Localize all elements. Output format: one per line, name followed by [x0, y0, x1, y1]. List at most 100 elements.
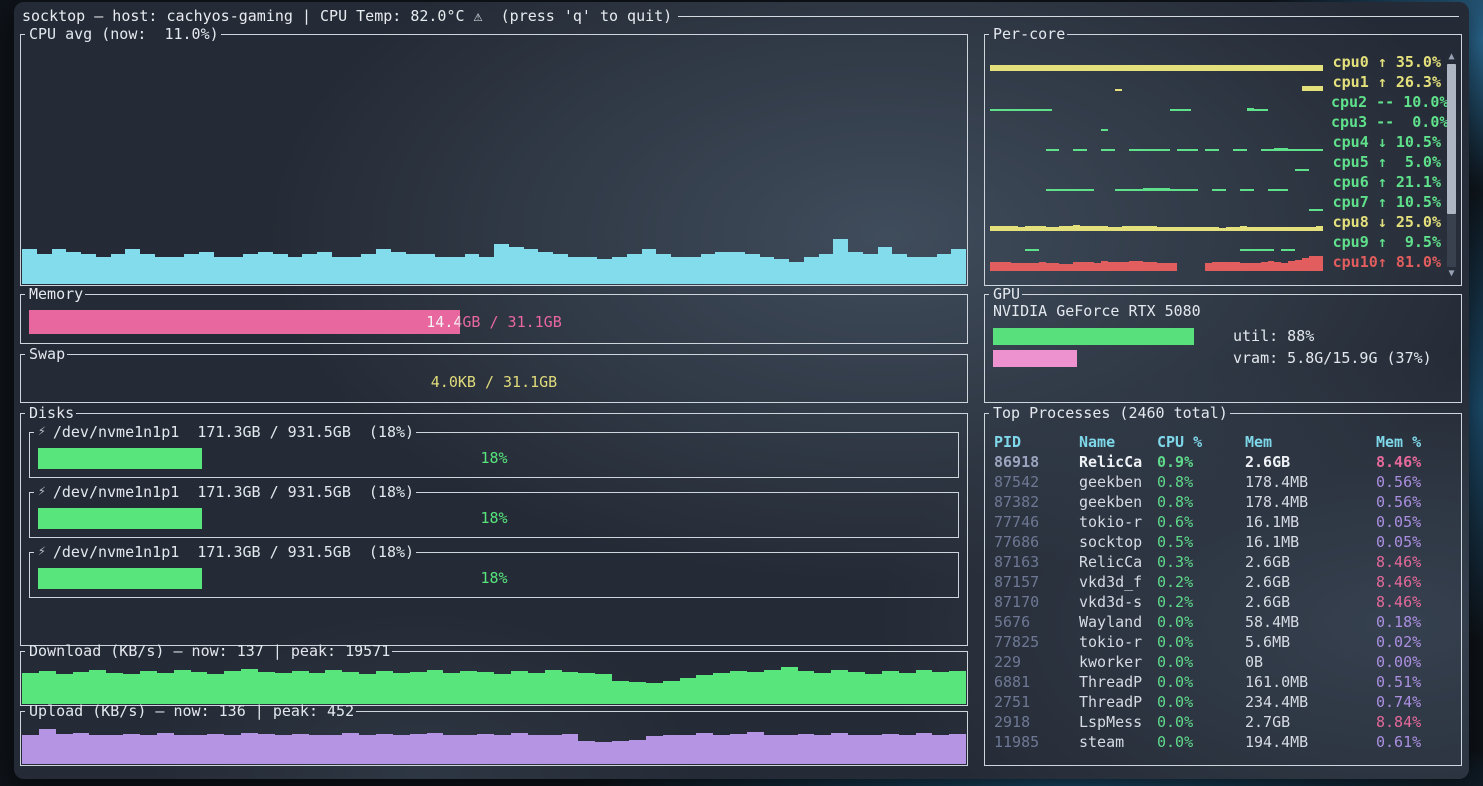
memory-gauge: 14.4GB / 31.1GB 14.4GB / 31.1GB — [29, 310, 959, 334]
process-cell: LspMess — [1079, 712, 1157, 732]
gpu-panel: GPU NVIDIA GeForce RTX 5080 util: 88% vr… — [984, 294, 1462, 403]
core-sparkline — [990, 93, 1323, 111]
process-cell: 0.00% — [1376, 652, 1452, 672]
process-row[interactable]: 87163RelicCa0.3%2.6GB8.46% — [994, 552, 1452, 572]
disk-title: ⚡/dev/nvme1n1p1 171.3GB / 931.5GB (18%) — [38, 483, 414, 501]
cpu-avg-title: CPU avg (now: 11.0%) — [29, 25, 219, 43]
process-row[interactable]: 2751ThreadP0.0%234.4MB0.74% — [994, 692, 1452, 712]
process-cell: 0.0% — [1157, 612, 1245, 632]
gpu-name: NVIDIA GeForce RTX 5080 — [993, 302, 1201, 320]
process-cell: 0.8% — [1157, 472, 1245, 492]
download-title: Download (KB/s) — now: 137 | peak: 19571 — [29, 642, 390, 660]
process-cell: 0.56% — [1376, 492, 1452, 512]
disks-title: Disks — [29, 404, 74, 422]
process-cell: geekben — [1079, 492, 1157, 512]
scroll-up-icon[interactable]: ▲ — [1445, 51, 1458, 63]
process-column-header: Mem % — [1376, 432, 1452, 452]
process-cell: 0.0% — [1157, 652, 1245, 672]
process-cell: 0.56% — [1376, 472, 1452, 492]
process-cell: tokio-r — [1079, 512, 1157, 532]
process-cell: steam — [1079, 732, 1157, 752]
disk-subpanel: ⚡/dev/nvme1n1p1 171.3GB / 931.5GB (18%)1… — [29, 492, 959, 538]
process-cell: 77686 — [994, 532, 1079, 552]
core-sparkline — [990, 233, 1323, 251]
process-row[interactable]: 87382geekben0.8%178.4MB0.56% — [994, 492, 1452, 512]
process-cell: 161.0MB — [1245, 672, 1376, 692]
panel-border-line — [20, 354, 968, 355]
disk-path-label: /dev/nvme1n1p1 171.3GB / 931.5GB (18%) — [53, 423, 414, 441]
process-row[interactable]: 11985steam0.0%194.4MB0.61% — [994, 732, 1452, 752]
gpu-util-gauge — [993, 328, 1221, 345]
process-row[interactable]: 77686socktop0.5%16.1MB0.05% — [994, 532, 1452, 552]
process-cell: 0.6% — [1157, 512, 1245, 532]
core-label: cpu6 ↑ 21.1% — [1331, 173, 1441, 191]
process-row[interactable]: 77746tokio-r0.6%16.1MB0.05% — [994, 512, 1452, 532]
process-cell: ThreadP — [1079, 672, 1157, 692]
scroll-down-icon[interactable]: ▼ — [1445, 268, 1458, 280]
core-sparkline — [990, 53, 1323, 71]
core-sparkline — [990, 173, 1323, 191]
upload-chart — [22, 713, 966, 764]
process-cell: 16.1MB — [1245, 532, 1376, 552]
process-cell: tokio-r — [1079, 632, 1157, 652]
scrollbar[interactable]: ▲ ▼ — [1445, 51, 1458, 280]
memory-panel: Memory 14.4GB / 31.1GB 14.4GB / 31.1GB — [20, 294, 968, 344]
process-cell: 8.46% — [1376, 452, 1452, 472]
core-row: cpu1 ↑ 26.3% — [990, 72, 1441, 92]
process-cell: 0.0% — [1157, 632, 1245, 652]
process-cell: 87170 — [994, 592, 1079, 612]
process-cell: 0.05% — [1376, 532, 1452, 552]
per-core-panel: Per-core cpu0 ↑ 35.0%cpu1 ↑ 26.3%cpu2 --… — [984, 34, 1462, 286]
memory-title: Memory — [29, 285, 83, 303]
core-row: cpu2 -- 10.0% — [990, 92, 1441, 112]
per-core-title: Per-core — [993, 25, 1065, 43]
process-cell: 2.6GB — [1245, 572, 1376, 592]
process-cell: 5676 — [994, 612, 1079, 632]
process-cell: 0.74% — [1376, 692, 1452, 712]
process-row[interactable]: 229kworker0.0%0B0.00% — [994, 652, 1452, 672]
core-label: cpu9 ↑ 9.5% — [1331, 233, 1441, 251]
process-cell: 87157 — [994, 572, 1079, 592]
process-cell: 0.0% — [1157, 672, 1245, 692]
disk-subpanel: ⚡/dev/nvme1n1p1 171.3GB / 931.5GB (18%)1… — [29, 432, 959, 478]
swap-panel: Swap 4.0KB / 31.1GB — [20, 354, 968, 403]
cpu-avg-chart — [22, 36, 966, 284]
process-row[interactable]: 6881ThreadP0.0%161.0MB0.51% — [994, 672, 1452, 692]
panel-border-line — [20, 413, 968, 414]
core-row: cpu0 ↑ 35.0% — [990, 52, 1441, 72]
process-cell: 229 — [994, 652, 1079, 672]
core-row: cpu3 -- 0.0% — [990, 112, 1441, 132]
process-row[interactable]: 86918RelicCa0.9%2.6GB8.46% — [994, 452, 1452, 472]
process-row[interactable]: 2918LspMess0.0%2.7GB8.84% — [994, 712, 1452, 732]
process-cell: 2751 — [994, 692, 1079, 712]
panel-border-line — [984, 294, 1462, 295]
process-cell: 87163 — [994, 552, 1079, 572]
process-cell: 0.18% — [1376, 612, 1452, 632]
core-label: cpu0 ↑ 35.0% — [1331, 53, 1441, 71]
process-cell: 86918 — [994, 452, 1079, 472]
core-sparkline — [990, 73, 1323, 91]
disk-path-label: /dev/nvme1n1p1 171.3GB / 931.5GB (18%) — [53, 483, 414, 501]
core-rows: cpu0 ↑ 35.0%cpu1 ↑ 26.3%cpu2 -- 10.0%cpu… — [990, 52, 1441, 280]
process-cell: 77825 — [994, 632, 1079, 652]
core-label: cpu10↑ 81.0% — [1331, 253, 1441, 271]
process-cell: 178.4MB — [1245, 472, 1376, 492]
core-sparkline — [990, 213, 1323, 231]
gpu-vram-label: vram: 5.8G/15.9G (37%) — [1233, 350, 1432, 367]
core-sparkline — [990, 193, 1323, 211]
process-cell: 2.6GB — [1245, 452, 1376, 472]
process-cell: 0.2% — [1157, 572, 1245, 592]
process-column-header: Name — [1079, 432, 1157, 452]
process-row[interactable]: 77825tokio-r0.0%5.6MB0.02% — [994, 632, 1452, 652]
process-cell: vkd3d_f — [1079, 572, 1157, 592]
process-row[interactable]: 87157vkd3d_f0.2%2.6GB8.46% — [994, 572, 1452, 592]
core-row: cpu6 ↑ 21.1% — [990, 172, 1441, 192]
process-row[interactable]: 87542geekben0.8%178.4MB0.56% — [994, 472, 1452, 492]
process-row[interactable]: 87170vkd3d-s0.2%2.6GB8.46% — [994, 592, 1452, 612]
disk-list: ⚡/dev/nvme1n1p1 171.3GB / 931.5GB (18%) 1… — [21, 432, 967, 612]
disk-gauge: 18% — [38, 568, 950, 589]
swap-gauge-label: 4.0KB / 31.1GB — [29, 370, 959, 394]
process-row[interactable]: 5676Wayland0.0%58.4MB0.18% — [994, 612, 1452, 632]
scroll-thumb[interactable] — [1447, 64, 1456, 214]
process-cell: 0.61% — [1376, 732, 1452, 752]
